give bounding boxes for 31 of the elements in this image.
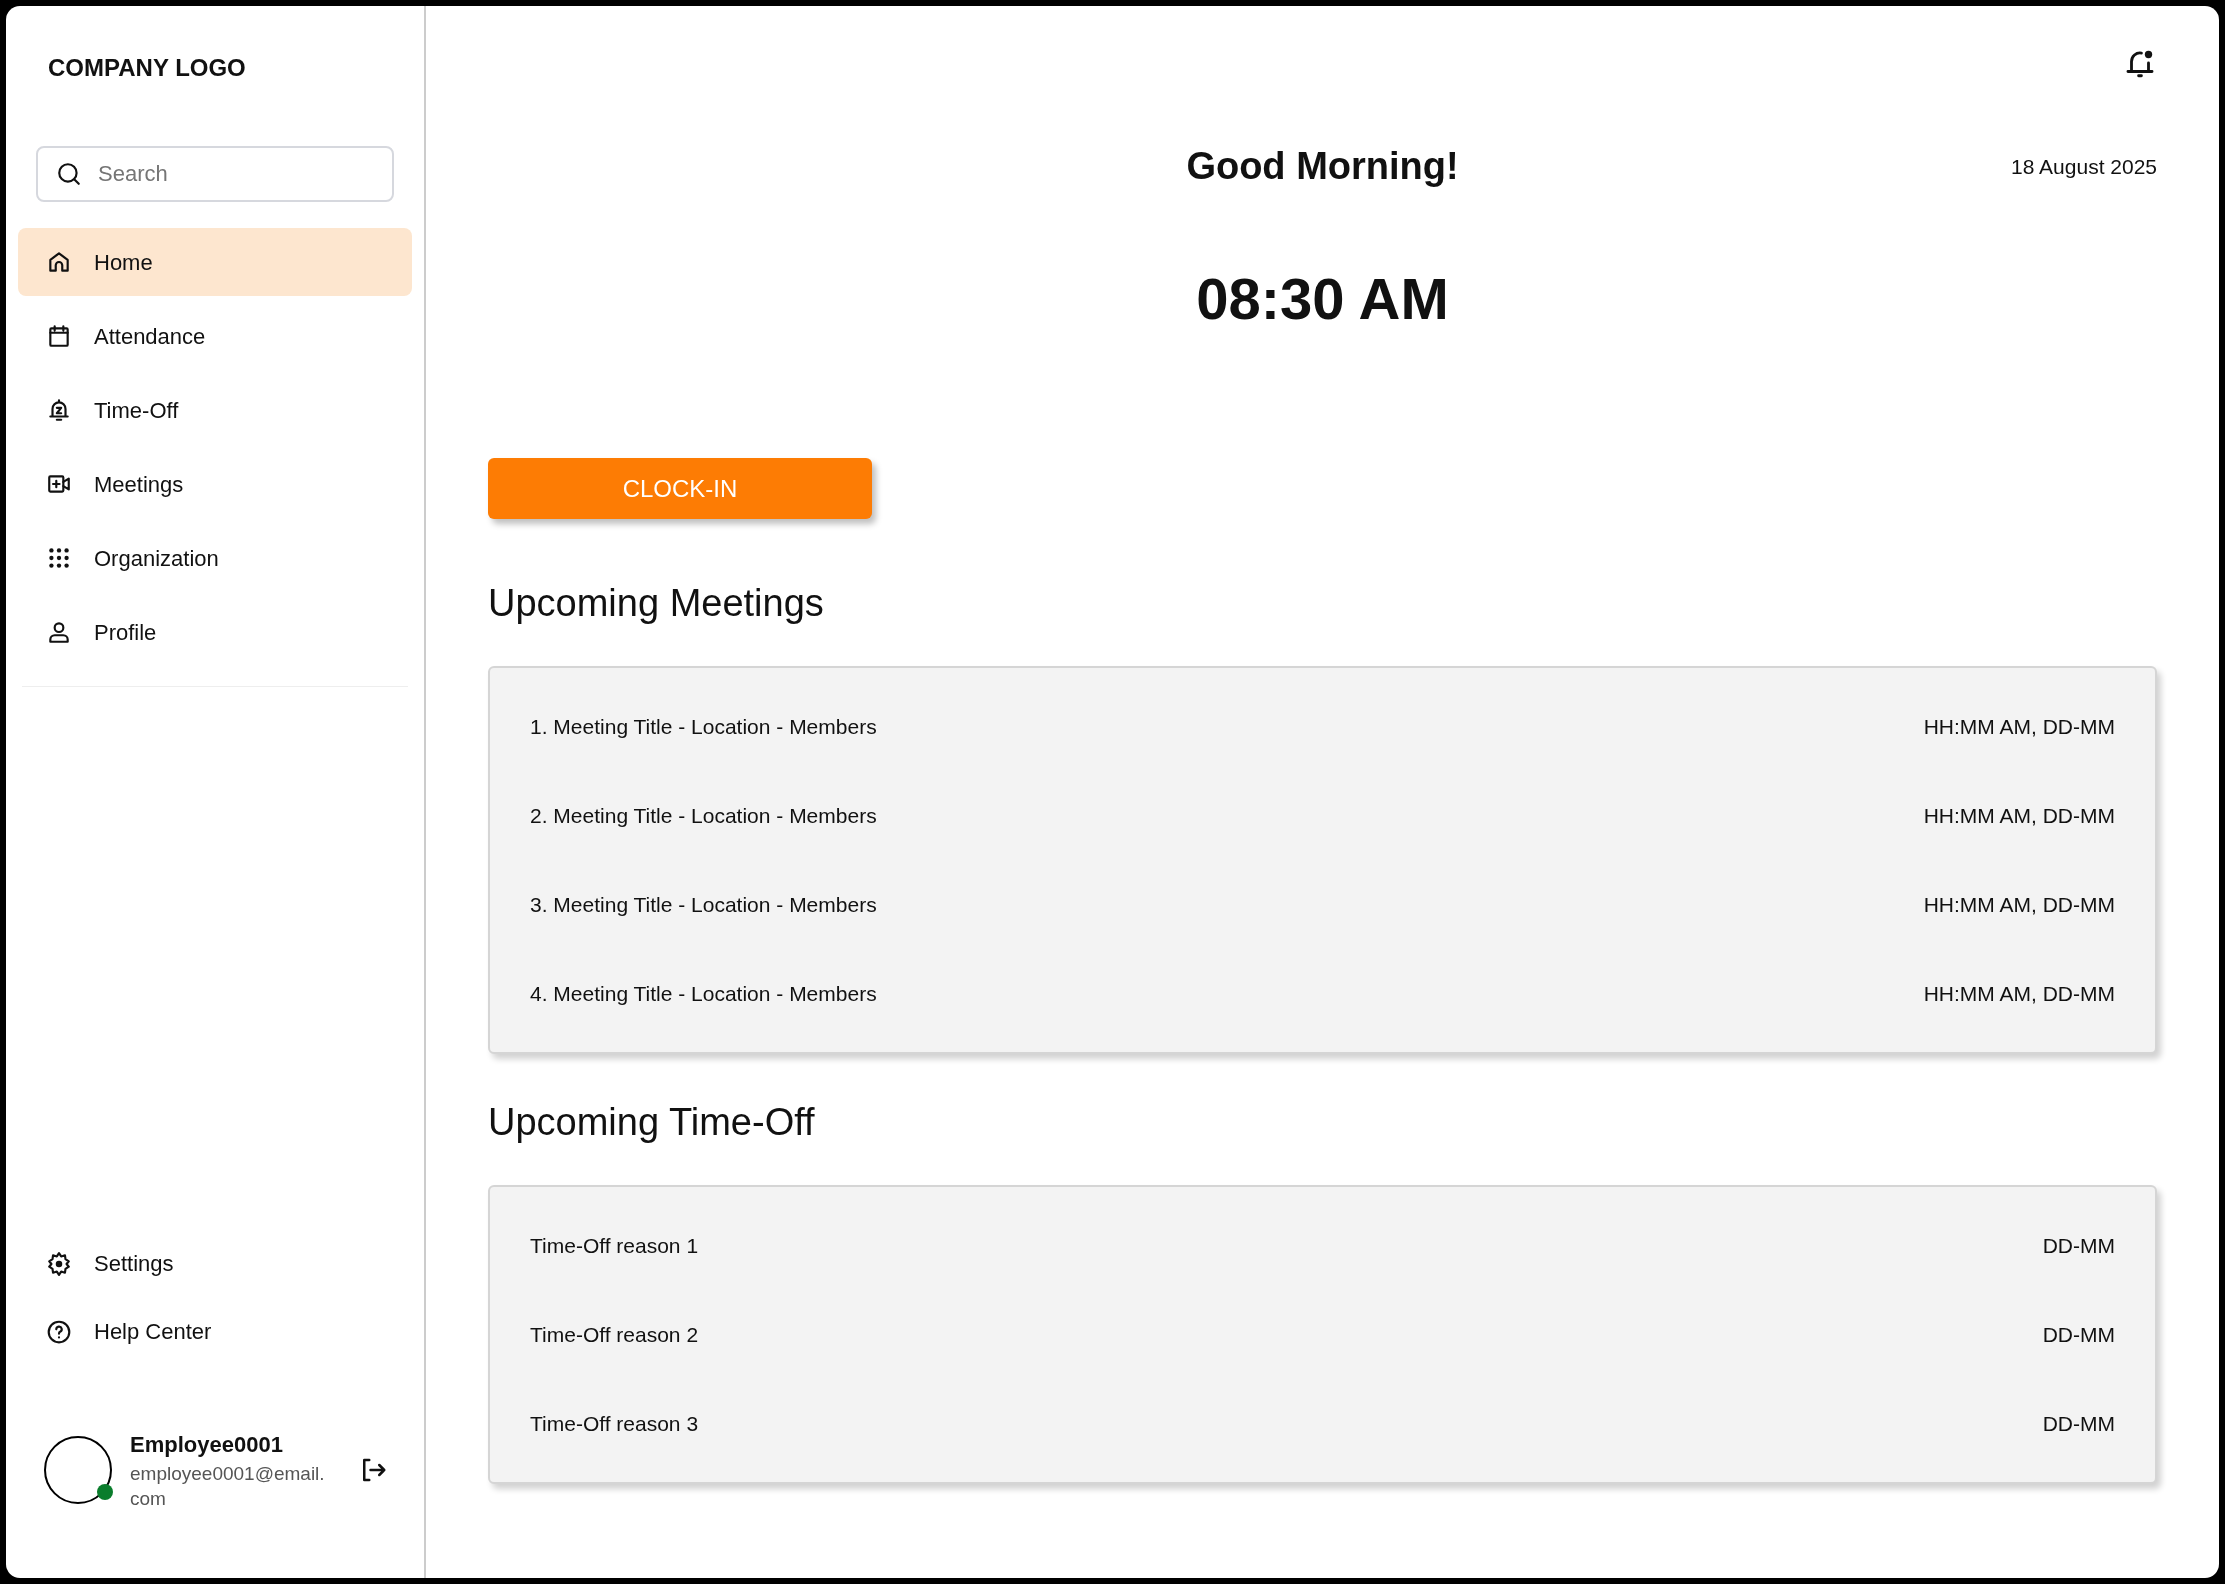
nav-item[interactable]: Attendance	[18, 302, 412, 370]
nav-item[interactable]: Home	[18, 228, 412, 296]
nav-item[interactable]: Organization	[18, 524, 412, 592]
meeting-text: 1. Meeting Title - Location - Members	[530, 713, 877, 740]
section-heading: Upcoming Time-Off	[488, 1100, 816, 1145]
time-off-text: Time-Off reason 2	[530, 1321, 699, 1348]
nav-item[interactable]: Help Center	[18, 1297, 412, 1366]
time-off-date: DD-MM	[2042, 1321, 2115, 1348]
meeting-time: HH:MM AM, DD-MM	[1923, 891, 2115, 918]
greeting-text: Good Morning!	[1186, 144, 1459, 189]
section-heading: Upcoming Meetings	[488, 581, 825, 626]
meeting-text: 2. Meeting Title - Location - Members	[530, 802, 877, 829]
meeting-time: HH:MM AM, DD-MM	[1923, 802, 2115, 829]
user-name: Employee0001	[130, 1430, 284, 1459]
meeting-time: HH:MM AM, DD-MM	[1923, 713, 2115, 740]
time-off-text: Time-Off reason 3	[530, 1410, 699, 1437]
time-off-date: DD-MM	[2042, 1232, 2115, 1259]
nav-item[interactable]: Time-Off	[18, 376, 412, 444]
meeting-time: HH:MM AM, DD-MM	[1923, 980, 2115, 1007]
user-email: employee0001@email.com	[130, 1461, 326, 1512]
clock-time: 08:30 AM	[1196, 265, 1449, 333]
search-field[interactable]: Search	[36, 146, 394, 202]
nav-item[interactable]: Settings	[18, 1229, 412, 1298]
logo-text: COMPANY LOGO	[47, 53, 247, 83]
time-off-date: DD-MM	[2042, 1410, 2115, 1437]
meeting-text: 4. Meeting Title - Location - Members	[530, 980, 877, 1007]
nav-item[interactable]: Profile	[18, 598, 412, 666]
time-off-text: Time-Off reason 1	[530, 1232, 699, 1259]
meeting-text: 3. Meeting Title - Location - Members	[530, 891, 877, 918]
nav-item[interactable]: Meetings	[18, 450, 412, 518]
date-text: 18 August 2025	[2011, 153, 2157, 180]
